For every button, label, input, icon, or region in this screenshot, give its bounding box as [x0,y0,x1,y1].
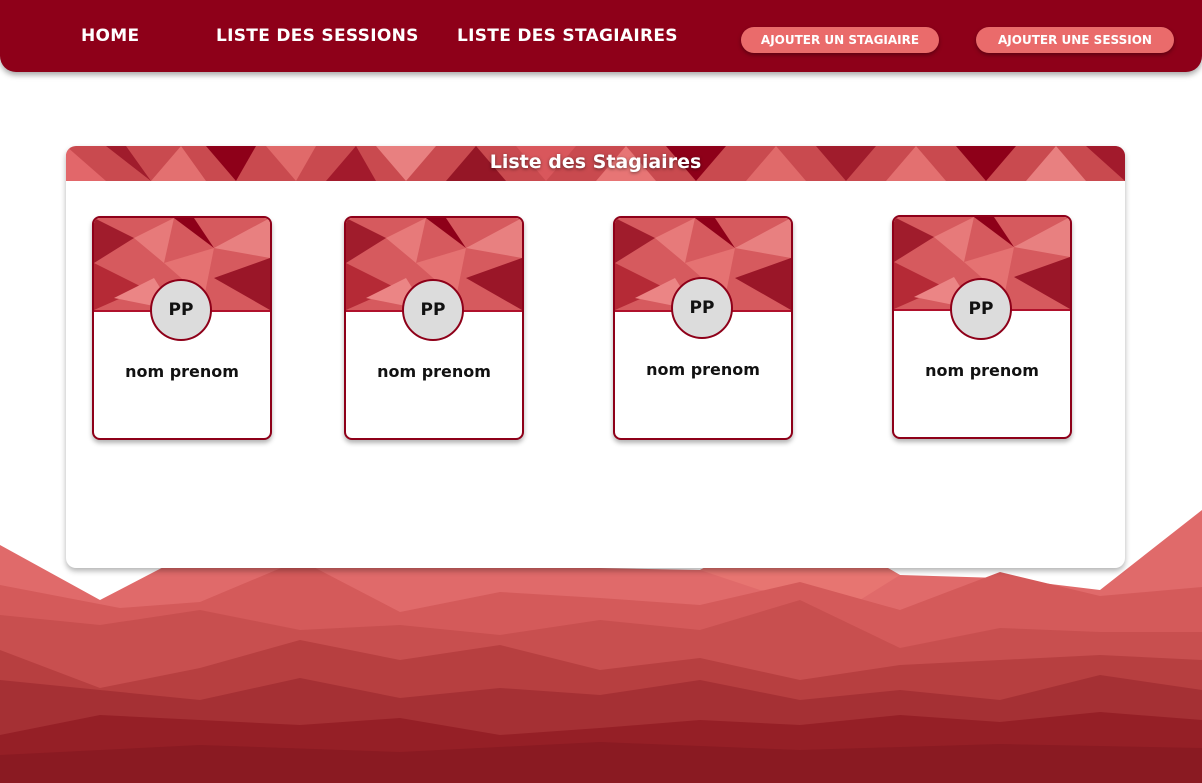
avatar: PP [671,277,733,339]
nav-link-sessions[interactable]: LISTE DES SESSIONS [216,26,419,46]
nav-link-home[interactable]: HOME [81,26,139,46]
add-session-button[interactable]: AJOUTER UNE SESSION [976,27,1174,53]
card-name: nom prenom [925,361,1039,380]
nav-link-stagiaires[interactable]: LISTE DES STAGIAIRES [457,26,678,46]
avatar: PP [950,278,1012,340]
card-name: nom prenom [646,360,760,379]
stagiaire-card[interactable]: PP nom prenom [613,216,793,440]
navbar: HOME LISTE DES SESSIONS LISTE DES STAGIA… [0,0,1202,72]
add-stagiaire-button[interactable]: AJOUTER UN STAGIAIRE [741,27,939,53]
panel-title: Liste des Stagiaires [489,151,702,173]
stagiaire-card[interactable]: PP nom prenom [344,216,524,440]
card-name: nom prenom [125,362,239,381]
panel-header: Liste des Stagiaires [66,146,1125,181]
stagiaire-card[interactable]: PP nom prenom [892,215,1072,439]
avatar: PP [150,279,212,341]
stagiaire-card[interactable]: PP nom prenom [92,216,272,440]
card-name: nom prenom [377,362,491,381]
avatar: PP [402,279,464,341]
